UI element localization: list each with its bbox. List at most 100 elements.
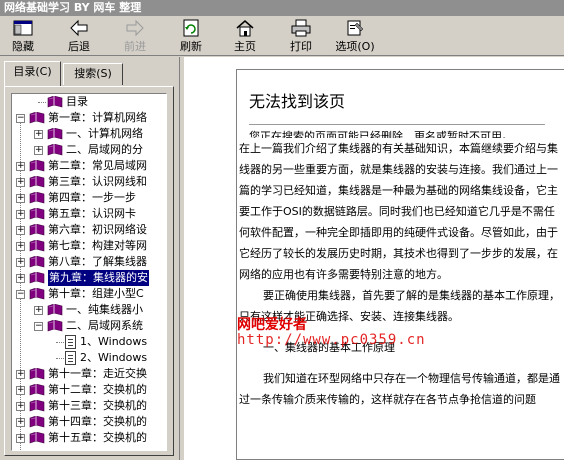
window-title: 网络基础学习 BY 网车 整理 — [0, 0, 564, 16]
tree-book[interactable]: + 第十五章：交换机的 — [12, 430, 166, 446]
tree-book[interactable]: − 第一章：计算机网络 — [12, 110, 166, 126]
document-icon — [65, 351, 76, 365]
book-icon — [29, 255, 45, 268]
tree-item-label: 二、局域网系统 — [66, 319, 143, 332]
book-icon — [29, 383, 45, 396]
tree-item-label: 第三章：认识网线和 — [48, 175, 147, 188]
tree-book[interactable]: + 第十四章：交换机的 — [12, 414, 166, 430]
print-button[interactable]: 打印 — [284, 18, 318, 54]
tree-topic[interactable]: 1、Windows — [12, 334, 166, 350]
expand-icon[interactable]: + — [16, 162, 25, 171]
tree-book[interactable]: − 二、局域网系统 — [12, 318, 166, 334]
tab-search[interactable]: 搜索(S) — [63, 63, 123, 85]
book-icon — [29, 175, 45, 188]
tree-connector — [56, 358, 64, 359]
tree-book[interactable]: + 第八章：了解集线器 — [12, 254, 166, 270]
book-icon — [29, 271, 45, 284]
tree-book[interactable]: + 第五章：认识网卡 — [12, 206, 166, 222]
forward-arrow-icon — [126, 19, 144, 37]
tree-book[interactable]: + 二、局域网的分 — [12, 142, 166, 158]
document-icon — [65, 335, 76, 349]
content-frame: 无法找到该页 您正在搜索的页面可能已经删除、更名或暂时不可用。 在上一篇我们介绍… — [236, 69, 564, 460]
expand-icon[interactable]: + — [16, 258, 25, 267]
expand-icon[interactable]: + — [16, 434, 25, 443]
book-icon — [47, 303, 63, 316]
options-button[interactable]: 选项(O) — [332, 18, 378, 54]
collapse-icon[interactable]: − — [34, 322, 43, 331]
tree-item-label: 第十四章：交换机的 — [48, 415, 147, 428]
tree-item-label: 第二章：常见局域网 — [48, 159, 147, 172]
expand-icon[interactable]: + — [34, 306, 43, 315]
forward-button[interactable]: 前进 — [118, 18, 152, 54]
tree-connector — [56, 342, 64, 343]
tree-book[interactable]: + 第四章：一步一步 — [12, 190, 166, 206]
article-body: 在上一篇我们介绍了集线器的有关基础知识，本篇继续要介绍与集线器的另一些重要方面，… — [239, 138, 563, 410]
tree-book[interactable]: + 第七章：构建对等网 — [12, 238, 166, 254]
expand-icon[interactable]: + — [16, 418, 25, 427]
tree-book[interactable]: + 第十一章：走近交换 — [12, 366, 166, 382]
book-icon — [29, 159, 45, 172]
book-icon — [29, 287, 45, 300]
options-icon — [347, 20, 364, 36]
collapse-icon[interactable]: − — [16, 114, 25, 123]
expand-icon[interactable]: + — [34, 146, 43, 155]
divider — [249, 124, 545, 125]
tree-item-label: 2、Windows — [80, 351, 148, 364]
tab-contents[interactable]: 目录(C) — [4, 61, 61, 86]
expand-icon[interactable]: + — [16, 226, 25, 235]
home-button[interactable]: 主页 — [228, 18, 262, 54]
expand-icon[interactable]: + — [16, 402, 25, 411]
tree-item-label: 第六章：初识网络设 — [48, 223, 147, 236]
tree-book[interactable]: + 第九章：集线器的安 — [12, 270, 166, 286]
book-icon — [47, 95, 63, 108]
tree-item-label: 第十五章：交换机的 — [48, 431, 147, 444]
tree-item-label: 第十章：组建小型C — [48, 287, 144, 300]
expand-icon[interactable]: + — [16, 370, 25, 379]
tree-book[interactable]: + 第三章：认识网线和 — [12, 174, 166, 190]
help-window: 网络基础学习 BY 网车 整理 隐藏 后退 前进 刷新 主页 打印 选项(O) — [0, 0, 564, 460]
tree-item-label: 第五章：认识网卡 — [48, 207, 136, 220]
tree-book[interactable]: + 第十二章：交换机的 — [12, 382, 166, 398]
tree-book[interactable]: + 第十三章：交换机的 — [12, 398, 166, 414]
tree-book[interactable]: + 一、计算机网络 — [12, 126, 166, 142]
book-icon — [29, 207, 45, 220]
tree-book[interactable]: + 第二章：常见局域网 — [12, 158, 166, 174]
contents-tree[interactable]: 目录 − 第一章：计算机网络 + 一、计算机网络 + 二、局域网的分 + 第二章：常见局域网 + 第… — [11, 93, 167, 451]
back-button[interactable]: 后退 — [62, 18, 96, 54]
tree-frame: 目录 − 第一章：计算机网络 + 一、计算机网络 + 二、局域网的分 + 第二章：常见局域网 + 第… — [4, 86, 174, 456]
watermark-text: 网吧爱好者 — [237, 317, 307, 333]
content-pane[interactable]: 无法找到该页 您正在搜索的页面可能已经删除、更名或暂时不可用。 在上一篇我们介绍… — [184, 57, 564, 460]
expand-icon[interactable]: + — [16, 242, 25, 251]
expand-icon[interactable]: + — [34, 130, 43, 139]
tree-book[interactable]: 目录 — [12, 94, 166, 110]
expand-icon[interactable]: + — [16, 386, 25, 395]
tree-item-label: 二、局域网的分 — [66, 143, 143, 156]
book-icon — [29, 415, 45, 428]
back-arrow-icon — [70, 19, 88, 37]
tree-item-label: 第十一章：走近交换 — [48, 367, 147, 380]
expand-icon[interactable]: + — [16, 210, 25, 219]
toolbar: 隐藏 后退 前进 刷新 主页 打印 选项(O) — [0, 16, 564, 56]
tree-item-label: 第十二章：交换机的 — [48, 383, 147, 396]
book-icon — [47, 127, 63, 140]
expand-icon[interactable]: + — [16, 178, 25, 187]
tree-item-label: 目录 — [66, 95, 88, 108]
hide-button[interactable]: 隐藏 — [6, 18, 40, 54]
navigation-pane: 目录(C) 搜索(S) 目录 − 第一章：计算机网络 + 一、计算机网络 + 二、局域网的分… — [0, 57, 180, 460]
tree-book[interactable]: − 第十章：组建小型C — [12, 286, 166, 302]
tree-topic[interactable]: 2、Windows — [12, 350, 166, 366]
book-icon — [29, 239, 45, 252]
book-icon — [29, 111, 45, 124]
tree-item-label: 第四章：一步一步 — [48, 191, 136, 204]
page-not-found-message: 您正在搜索的页面可能已经删除、更名或暂时不可用。 — [249, 130, 513, 138]
expand-icon[interactable]: + — [16, 274, 25, 283]
tree-book[interactable]: + 一、纯集线器小 — [12, 302, 166, 318]
refresh-button[interactable]: 刷新 — [174, 18, 208, 54]
tree-item-label: 第七章：构建对等网 — [48, 239, 147, 252]
refresh-icon — [183, 19, 199, 37]
tree-book[interactable]: + 第六章：初识网络设 — [12, 222, 166, 238]
tree-item-label: 第九章：集线器的安 — [48, 270, 149, 286]
tree-item-label: 1、Windows — [80, 335, 148, 348]
expand-icon[interactable]: + — [16, 194, 25, 203]
collapse-icon[interactable]: − — [16, 290, 25, 299]
